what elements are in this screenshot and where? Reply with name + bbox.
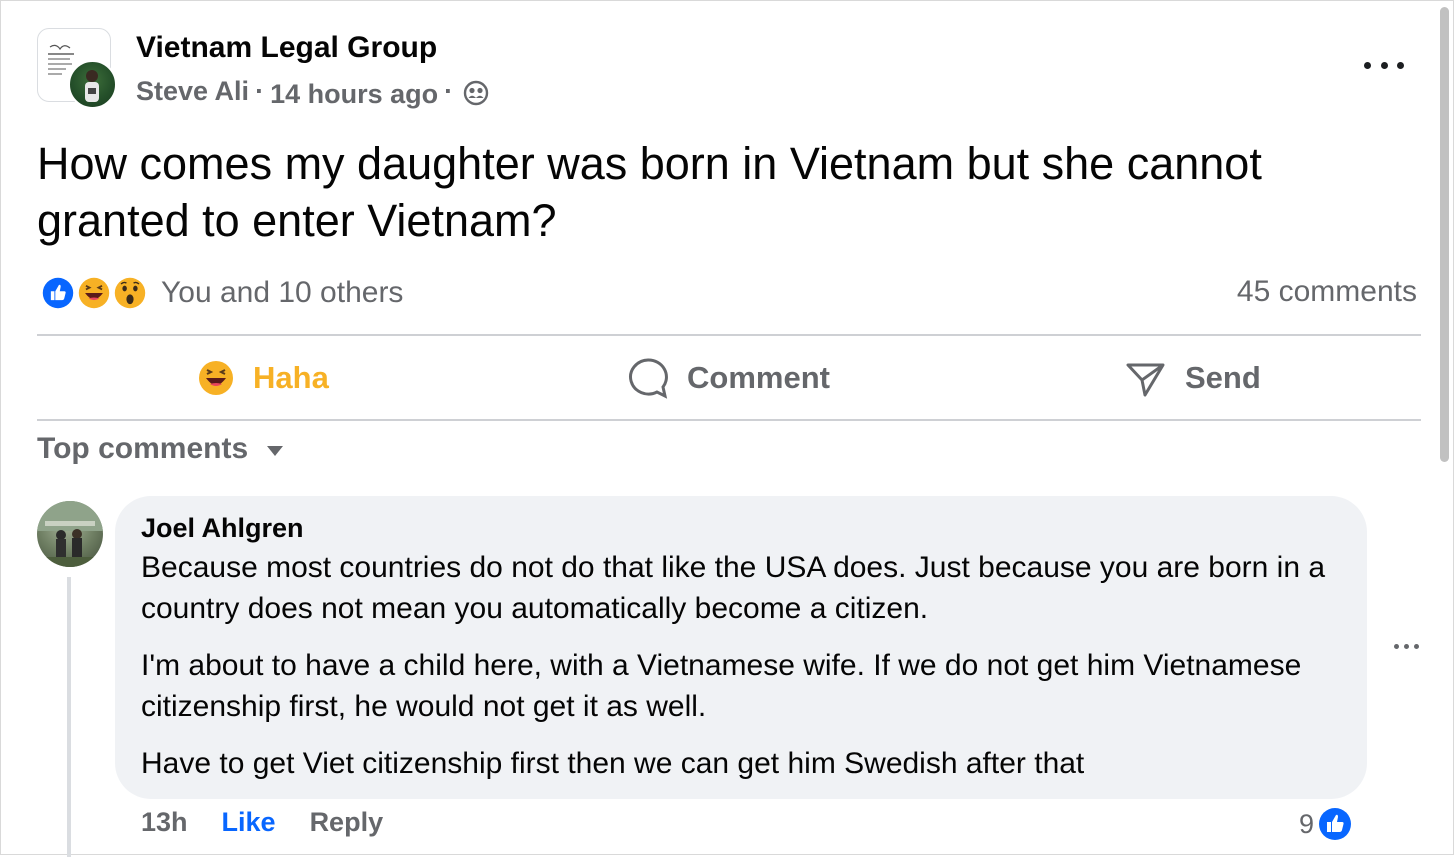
- comment-reaction-count[interactable]: 9: [1299, 805, 1354, 843]
- caret-down-icon: [267, 446, 284, 456]
- scrollbar[interactable]: [1435, 7, 1451, 853]
- comment-reply-button[interactable]: Reply: [310, 807, 384, 838]
- thread-line: [67, 577, 71, 857]
- divider: [37, 419, 1421, 421]
- haha-icon: [75, 274, 113, 312]
- comment-paragraph: Have to get Viet citizenship first then …: [141, 747, 1085, 780]
- comment-paragraph: I'm about to have a child here, with a V…: [141, 649, 1302, 723]
- comment-time[interactable]: 13h: [141, 807, 188, 838]
- dot-icon: [1397, 61, 1404, 69]
- like-icon: [39, 274, 77, 312]
- comment-label: Comment: [687, 360, 830, 395]
- group-name[interactable]: Vietnam Legal Group: [136, 31, 437, 65]
- comment-more-options-icon[interactable]: [1394, 641, 1419, 651]
- comment-button[interactable]: Comment: [627, 337, 830, 419]
- author-name[interactable]: Steve Ali: [136, 76, 249, 107]
- comment-icon: [629, 358, 668, 399]
- comment-paragraph: Because most countries do not do that li…: [141, 551, 1326, 625]
- comment-actions: 13h Like Reply: [141, 807, 383, 838]
- scrollbar-thumb[interactable]: [1440, 7, 1449, 462]
- post-meta: Steve Ali · 14 hours ago ·: [136, 73, 489, 110]
- action-bar: Haha Comment Send: [37, 337, 1421, 419]
- send-icon: [1126, 363, 1165, 397]
- dot-icon: [1394, 643, 1399, 649]
- post-text: How comes my daughter was born in Vietna…: [37, 138, 1262, 246]
- person-photo-icon: [85, 70, 99, 102]
- group-audience-icon[interactable]: [463, 80, 489, 106]
- wow-icon: [111, 274, 149, 312]
- dot-icon: [1364, 61, 1371, 69]
- post-card: Vietnam Legal Group Steve Ali · 14 hours…: [0, 0, 1454, 857]
- dot-icon: [1404, 643, 1409, 649]
- reactions-summary[interactable]: You and 10 others: [39, 273, 403, 313]
- more-options-icon[interactable]: [1364, 53, 1404, 77]
- comments-count[interactable]: 45 comments: [1237, 275, 1417, 309]
- haha-button[interactable]: Haha: [197, 337, 329, 419]
- comment-sort-dropdown[interactable]: Top comments: [37, 432, 284, 466]
- dot-icon: [1380, 61, 1388, 69]
- comment-like-button[interactable]: Like: [222, 807, 276, 838]
- dot-icon: [1414, 643, 1419, 649]
- send-button[interactable]: Send: [1125, 337, 1261, 419]
- person-photo-icon: [37, 501, 103, 567]
- post-time[interactable]: 14 hours ago: [270, 79, 438, 110]
- commenter-avatar[interactable]: [37, 501, 103, 567]
- reactions-text[interactable]: You and 10 others: [161, 276, 403, 310]
- author-avatar[interactable]: [68, 60, 117, 109]
- like-icon: [1317, 806, 1354, 842]
- haha-icon: [199, 361, 233, 395]
- comment-sort-label: Top comments: [37, 432, 249, 465]
- comment-author[interactable]: Joel Ahlgren: [141, 513, 304, 544]
- divider: [37, 334, 1421, 336]
- comment-like-count: 9: [1299, 808, 1315, 839]
- send-label: Send: [1185, 360, 1261, 395]
- haha-label: Haha: [253, 360, 329, 395]
- meta-separator: ·: [255, 76, 265, 106]
- meta-separator: ·: [444, 76, 454, 106]
